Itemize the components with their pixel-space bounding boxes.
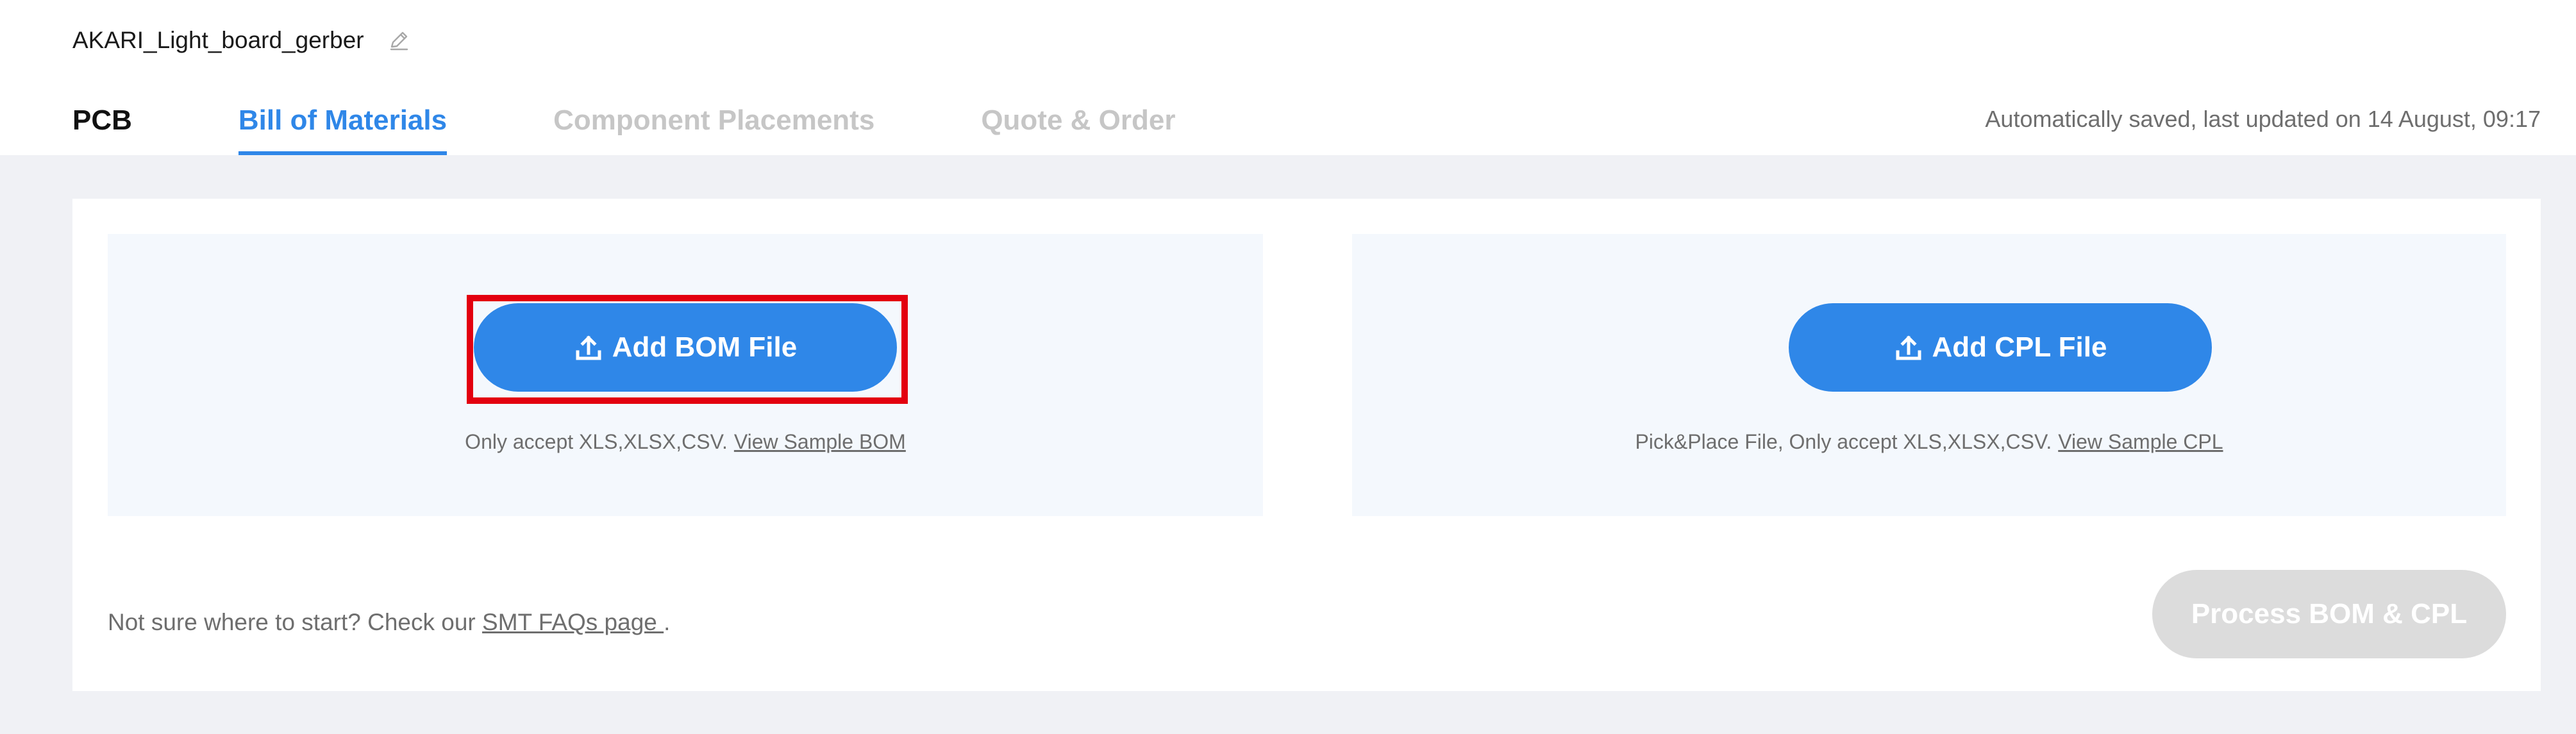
- upload-icon: [574, 333, 603, 362]
- upload-icon: [1894, 333, 1923, 362]
- bom-upload-panel: Add BOM File Only accept XLS,XLSX,CSV. Vi…: [108, 234, 1263, 516]
- smt-faqs-link[interactable]: SMT FAQs page: [482, 609, 664, 635]
- add-bom-file-label: Add BOM File: [612, 331, 798, 363]
- tab-bill-of-materials[interactable]: Bill of Materials: [238, 96, 447, 155]
- view-sample-bom-link[interactable]: View Sample BOM: [734, 430, 906, 453]
- add-bom-file-button[interactable]: Add BOM File: [474, 303, 897, 392]
- cpl-accept-note: Pick&Place File, Only accept XLS,XLSX,CS…: [1352, 430, 2506, 454]
- tab-pcb[interactable]: PCB: [72, 96, 132, 155]
- pencil-icon[interactable]: [386, 28, 412, 53]
- add-cpl-file-button[interactable]: Add CPL File: [1789, 303, 2212, 392]
- autosave-status: Automatically saved, last updated on 14 …: [1985, 106, 2541, 132]
- page-header: AKARI_Light_board_gerber PCB Bill of Mat…: [0, 0, 2576, 155]
- cpl-upload-panel: Add CPL File Pick&Place File, Only accep…: [1352, 234, 2506, 516]
- tab-quote-and-order[interactable]: Quote & Order: [981, 96, 1175, 155]
- project-name: AKARI_Light_board_gerber: [72, 27, 364, 53]
- add-cpl-file-label: Add CPL File: [1932, 331, 2107, 363]
- step-tabs: PCB Bill of Materials Component Placemen…: [72, 96, 1175, 155]
- bom-accept-note: Only accept XLS,XLSX,CSV. View Sample BOM: [108, 430, 1263, 454]
- tab-component-placements[interactable]: Component Placements: [553, 96, 874, 155]
- help-note-prefix: Not sure where to start? Check our: [108, 609, 476, 635]
- view-sample-cpl-link[interactable]: View Sample CPL: [2058, 430, 2223, 453]
- process-bom-cpl-button[interactable]: Process BOM & CPL: [2152, 570, 2506, 658]
- project-title-row: AKARI_Light_board_gerber: [72, 24, 412, 56]
- help-note: Not sure where to start? Check our SMT F…: [108, 609, 670, 636]
- cpl-accept-text: Pick&Place File, Only accept XLS,XLSX,CS…: [1635, 430, 2052, 453]
- bom-accept-text: Only accept XLS,XLSX,CSV.: [465, 430, 728, 453]
- upload-card: Add BOM File Only accept XLS,XLSX,CSV. Vi…: [72, 199, 2541, 691]
- help-note-suffix: .: [664, 609, 671, 635]
